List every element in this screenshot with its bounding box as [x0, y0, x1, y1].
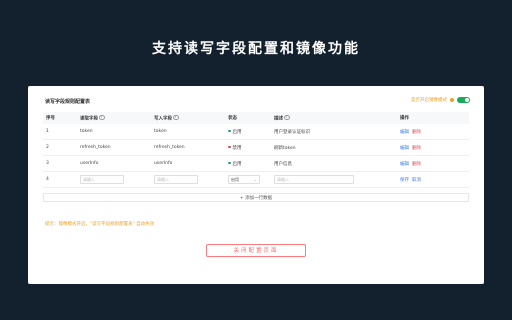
- status-dot-icon: [228, 129, 231, 133]
- row-status: 禁用: [225, 139, 271, 156]
- edit-button[interactable]: 编辑: [400, 162, 409, 167]
- chevron-down-icon: ⌄: [253, 177, 257, 182]
- row-read: 请输入: [77, 171, 151, 188]
- col-write-field: 写入字段 i: [151, 112, 225, 124]
- col-read-field-label: 读取字段: [80, 116, 98, 122]
- mirror-mode-label: 是否开启镜像模式: [411, 98, 447, 103]
- status-text: 启用: [232, 129, 242, 135]
- status-text: 禁用: [232, 145, 242, 151]
- col-desc: 描述 i: [271, 112, 397, 124]
- col-index: 序号: [43, 112, 77, 124]
- status-dot-icon: [228, 161, 231, 165]
- row-write: userInfo: [151, 155, 225, 172]
- table-row-new: 4 请输入 请输入 启用 ⌄ 请输入 保存 取消: [43, 171, 469, 188]
- col-write-field-label: 写入字段: [154, 116, 172, 122]
- status-select[interactable]: 启用 ⌄: [228, 175, 260, 184]
- edit-button[interactable]: 编辑: [400, 130, 409, 135]
- row-actions: 编辑 删除: [397, 139, 469, 156]
- row-desc: 用户登录认证标识: [271, 124, 397, 140]
- row-status: 启用: [225, 155, 271, 172]
- table-row: 1 token token 启用 用户登录认证标识 编辑 删除: [43, 124, 469, 140]
- delete-button[interactable]: 删除: [412, 146, 421, 151]
- headline: 支持读写字段配置和镜像功能: [152, 41, 360, 57]
- row-desc: 刷新token: [271, 139, 397, 156]
- tip-text: 提示：镜像模式开启，"读写字段规则配置表" 自动失效: [45, 222, 155, 227]
- row-actions: 编辑 删除: [397, 155, 469, 172]
- col-read-field: 读取字段 i: [77, 112, 151, 124]
- write-field-input[interactable]: 请输入: [154, 175, 198, 184]
- info-icon: i: [99, 114, 105, 121]
- status-text: 启用: [232, 161, 242, 167]
- table-row: 3 userInfo userInfo 启用 用户信息 编辑 删除: [43, 155, 469, 172]
- mirror-mode-toggle[interactable]: [457, 97, 470, 103]
- col-status: 状态: [225, 112, 271, 124]
- info-icon: i: [173, 114, 179, 121]
- info-icon: i: [284, 114, 290, 121]
- row-index: 1: [43, 124, 77, 140]
- status-dot-icon: [228, 145, 231, 149]
- table-header: 序号 读取字段 i 写入字段 i 状态 描述 i 操作: [43, 112, 469, 124]
- row-desc: 请输入: [271, 171, 397, 188]
- rules-table: 序号 读取字段 i 写入字段 i 状态 描述 i 操作 1 token token 启…: [43, 112, 469, 188]
- cancel-button[interactable]: 取消: [412, 178, 421, 183]
- row-write: token: [151, 124, 225, 140]
- delete-button[interactable]: 删除: [412, 130, 421, 135]
- row-actions: 编辑 删除: [397, 124, 469, 140]
- row-actions: 保存 取消: [397, 171, 469, 188]
- row-index: 2: [43, 139, 77, 156]
- read-field-input[interactable]: 请输入: [80, 175, 124, 184]
- delete-button[interactable]: 删除: [412, 162, 421, 167]
- col-desc-label: 描述: [274, 116, 283, 122]
- close-config-button[interactable]: 关闭配置页面: [206, 244, 306, 257]
- mirror-mode-control: 是否开启镜像模式: [411, 97, 470, 103]
- mirror-hint-icon: [450, 98, 454, 102]
- panel-title: 读写字段规则配置表: [45, 99, 91, 105]
- row-desc: 用户信息: [271, 155, 397, 172]
- row-read: refresh_token: [77, 139, 151, 156]
- row-index: 4: [43, 171, 77, 188]
- row-write: 请输入: [151, 171, 225, 188]
- row-status: 启用 ⌄: [225, 171, 271, 188]
- add-row-button[interactable]: + 添加一行数据: [43, 193, 469, 202]
- row-write: refresh_token: [151, 139, 225, 156]
- edit-button[interactable]: 编辑: [400, 146, 409, 151]
- row-index: 3: [43, 155, 77, 172]
- row-status: 启用: [225, 124, 271, 140]
- config-panel: 读写字段规则配置表 是否开启镜像模式 序号 读取字段 i 写入字段 i 状态 描述 i…: [28, 86, 484, 284]
- col-actions: 操作: [397, 112, 469, 124]
- status-select-value: 启用: [231, 177, 239, 182]
- desc-input[interactable]: 请输入: [274, 175, 354, 184]
- row-read: userInfo: [77, 155, 151, 172]
- table-row: 2 refresh_token refresh_token 禁用 刷新token…: [43, 139, 469, 156]
- save-button[interactable]: 保存: [400, 178, 409, 183]
- row-read: token: [77, 124, 151, 140]
